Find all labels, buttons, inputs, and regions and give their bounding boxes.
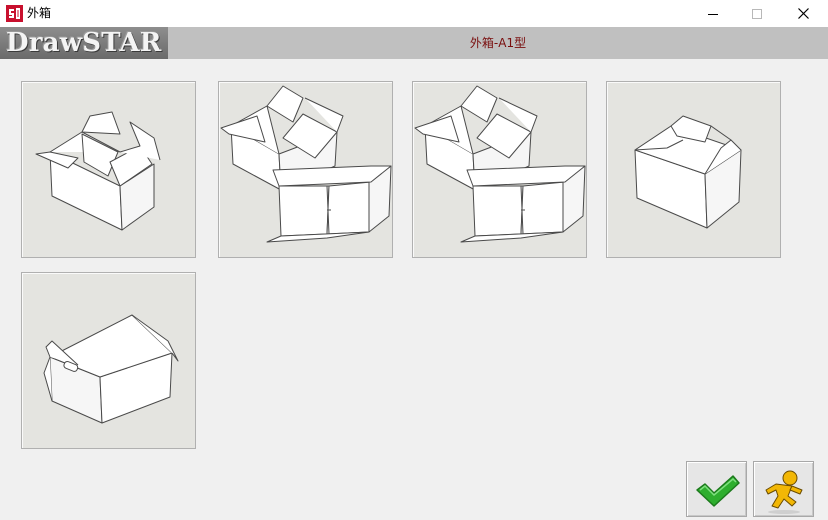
- window-title: 外箱: [27, 6, 52, 20]
- box-pair-open-icon: [220, 85, 392, 243]
- minimize-icon: [708, 13, 718, 15]
- box-style-tile-4[interactable]: [606, 81, 781, 258]
- close-icon: [797, 8, 809, 19]
- app-icon: [6, 5, 23, 22]
- app-window: 外箱 DrawSTAR 外箱-A1型: [0, 0, 828, 520]
- title-bar: 外箱: [0, 0, 828, 27]
- box-pair-open-alt-icon: [414, 85, 586, 243]
- ok-button[interactable]: [686, 461, 747, 517]
- box-with-handle-icon: [43, 314, 179, 424]
- box-open-flaps-icon: [35, 111, 161, 231]
- box-style-tile-2[interactable]: [218, 81, 393, 258]
- box-closed-flaps-icon: [634, 115, 742, 229]
- green-check-icon: [696, 475, 740, 507]
- drawstar-logo: DrawSTAR: [0, 27, 168, 59]
- minimize-button[interactable]: [690, 0, 736, 27]
- box-style-tile-1[interactable]: [21, 81, 196, 258]
- page-title: 外箱-A1型: [469, 36, 527, 50]
- logo-text: DrawSTAR: [6, 28, 162, 58]
- maximize-icon: [752, 8, 762, 19]
- header-bar: DrawSTAR 外箱-A1型: [0, 27, 828, 59]
- maximize-button[interactable]: [734, 0, 780, 27]
- close-button[interactable]: [780, 0, 826, 27]
- box-style-tile-3[interactable]: [412, 81, 587, 258]
- exit-button[interactable]: [753, 461, 814, 517]
- running-man-icon: [765, 470, 803, 514]
- box-style-tile-5[interactable]: [21, 272, 196, 449]
